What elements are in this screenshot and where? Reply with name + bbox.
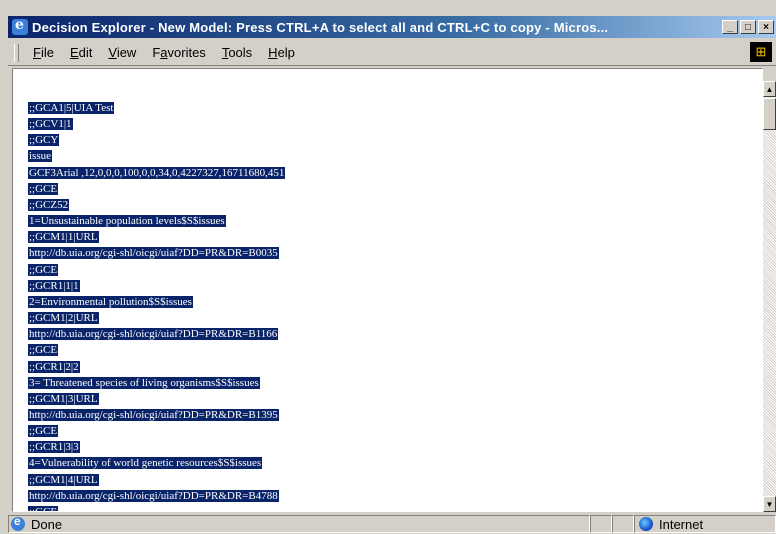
text-line-content: issue (28, 150, 52, 163)
text-line-content: ;;GCY (28, 134, 60, 147)
menu-view[interactable]: View (102, 43, 142, 62)
text-line-content: ;;GCR1|1|1 (28, 279, 80, 292)
ie-logo-icon[interactable] (12, 17, 28, 35)
text-line[interactable]: ;;GCA1|5|UIA Test (28, 100, 285, 116)
vertical-scrollbar[interactable]: ▲ ▼ (763, 81, 776, 512)
text-line[interactable]: ;;GCM1|1|URL (28, 229, 285, 245)
windows-logo-icon: ⊞ (750, 42, 772, 62)
text-line[interactable]: http://db.uia.org/cgi-shl/oicgi/uiaf?DD=… (28, 326, 285, 342)
text-line[interactable]: http://db.uia.org/cgi-shl/oicgi/uiaf?DD=… (28, 407, 285, 423)
text-line[interactable]: ;;GCE (28, 504, 285, 511)
text-line-content: ;;GCE (28, 505, 59, 511)
text-line-content: 2=Environmental pollution$S$issues (28, 295, 193, 308)
text-line-content: ;;GCM1|3|URL (28, 392, 99, 405)
text-line-content: 1=Unsustainable population levels$S$issu… (28, 215, 226, 228)
text-line[interactable]: 1=Unsustainable population levels$S$issu… (28, 213, 285, 229)
text-line[interactable]: ;;GCR1|1|1 (28, 278, 285, 294)
text-line[interactable]: GCF3Arial ,12,0,0,0,100,0,0,34,0,4227327… (28, 165, 286, 181)
text-line-content: ;;GCE (28, 344, 59, 357)
text-line[interactable]: ;;GCR1|3|3 (28, 439, 285, 455)
text-line[interactable]: ;;GCM1|2|URL (28, 310, 285, 326)
text-line-content: ;;GCR1|3|3 (28, 441, 80, 454)
text-line[interactable]: ;;GCE (28, 262, 285, 278)
status-text: Done (31, 516, 63, 532)
text-line-content: ;;GCM1|2|URL (28, 312, 99, 325)
text-line-content: ;;GCM1|1|URL (28, 231, 99, 244)
internet-globe-icon (639, 517, 653, 531)
maximize-button[interactable]: □ (740, 20, 756, 34)
menu-bar: File Edit View Favorites Tools Help ⊞ (8, 40, 776, 66)
text-line[interactable]: ;;GCE (28, 423, 285, 439)
text-line-content: ;;GCR1|2|2 (28, 360, 80, 373)
menu-file[interactable]: File (27, 43, 60, 62)
zone-label: Internet (659, 516, 704, 532)
text-line[interactable]: http://db.uia.org/cgi-shl/oicgi/uiaf?DD=… (28, 245, 285, 261)
menu-edit[interactable]: Edit (64, 43, 98, 62)
menu-help[interactable]: Help (262, 43, 301, 62)
text-line[interactable]: ;;GCR1|2|2 (28, 359, 285, 375)
menu-tools[interactable]: Tools (216, 43, 258, 62)
text-line-content: ;;GCE (28, 425, 59, 438)
text-line[interactable]: ;;GCM1|3|URL (28, 391, 285, 407)
text-line[interactable]: ;;GCZ52 (28, 197, 285, 213)
scroll-thumb[interactable] (763, 98, 776, 130)
text-line-content: GCF3Arial ,12,0,0,0,100,0,0,34,0,4227327… (28, 166, 286, 179)
text-line[interactable]: ;;GCE (28, 181, 285, 197)
status-pane-1 (590, 515, 612, 533)
text-line-content: ;;GCZ52 (28, 198, 70, 211)
status-zone-pane: Internet (634, 515, 776, 533)
text-line[interactable]: ;;GCY (28, 132, 285, 148)
scroll-up-button[interactable]: ▲ (763, 81, 776, 97)
window-title: Decision Explorer - New Model: Press CTR… (32, 19, 609, 35)
status-main-pane: Done (8, 514, 590, 533)
text-line-content: ;;GCA1|5|UIA Test (28, 102, 115, 114)
text-line-content: http://db.uia.org/cgi-shl/oicgi/uiaf?DD=… (28, 328, 279, 341)
text-line-content: ;;GCE (28, 263, 59, 276)
toolbar-grip[interactable] (14, 43, 19, 62)
browser-window: Decision Explorer - New Model: Press CTR… (0, 0, 776, 534)
text-line-content: http://db.uia.org/cgi-shl/oicgi/uiaf?DD=… (28, 247, 279, 260)
text-line[interactable]: issue (28, 148, 285, 164)
minimize-button[interactable]: _ (722, 20, 738, 34)
text-line-content: http://db.uia.org/cgi-shl/oicgi/uiaf?DD=… (28, 408, 279, 421)
text-line[interactable]: ;;GCM1|4|URL (28, 472, 285, 488)
text-line[interactable]: 4=Vulnerability of world genetic resourc… (28, 455, 285, 471)
text-line-content: 4=Vulnerability of world genetic resourc… (28, 457, 263, 470)
text-line[interactable]: 3= Threatened species of living organism… (28, 375, 285, 391)
text-line[interactable]: ;;GCV1|1 (28, 116, 285, 132)
text-line[interactable]: ;;GCE (28, 342, 285, 358)
page-content[interactable]: ;;GCA1|5|UIA Test ;;GCV1|1 ;;GCY issue GCF3A… (12, 68, 763, 512)
text-line-content: ;;GCV1|1 (28, 118, 73, 131)
text-line[interactable]: 2=Environmental pollution$S$issues (28, 294, 285, 310)
menu-favorites[interactable]: Favorites (146, 43, 211, 62)
text-line-content: ;;GCE (28, 182, 59, 195)
scroll-down-button[interactable]: ▼ (763, 496, 776, 512)
text-line-content: ;;GCM1|4|URL (28, 473, 99, 486)
title-bar[interactable]: Decision Explorer - New Model: Press CTR… (8, 16, 776, 38)
text-line-content: 3= Threatened species of living organism… (28, 376, 260, 389)
text-line[interactable]: http://db.uia.org/cgi-shl/oicgi/uiaf?DD=… (28, 488, 285, 504)
ie-page-icon (11, 514, 25, 531)
status-bar: Done Internet (8, 514, 776, 534)
text-line-content: http://db.uia.org/cgi-shl/oicgi/uiaf?DD=… (28, 489, 279, 502)
status-pane-2 (612, 515, 634, 533)
close-button[interactable]: × (758, 20, 774, 34)
selected-text-block[interactable]: ;;GCA1|5|UIA Test ;;GCV1|1 ;;GCY issue GCF3A… (28, 100, 286, 511)
